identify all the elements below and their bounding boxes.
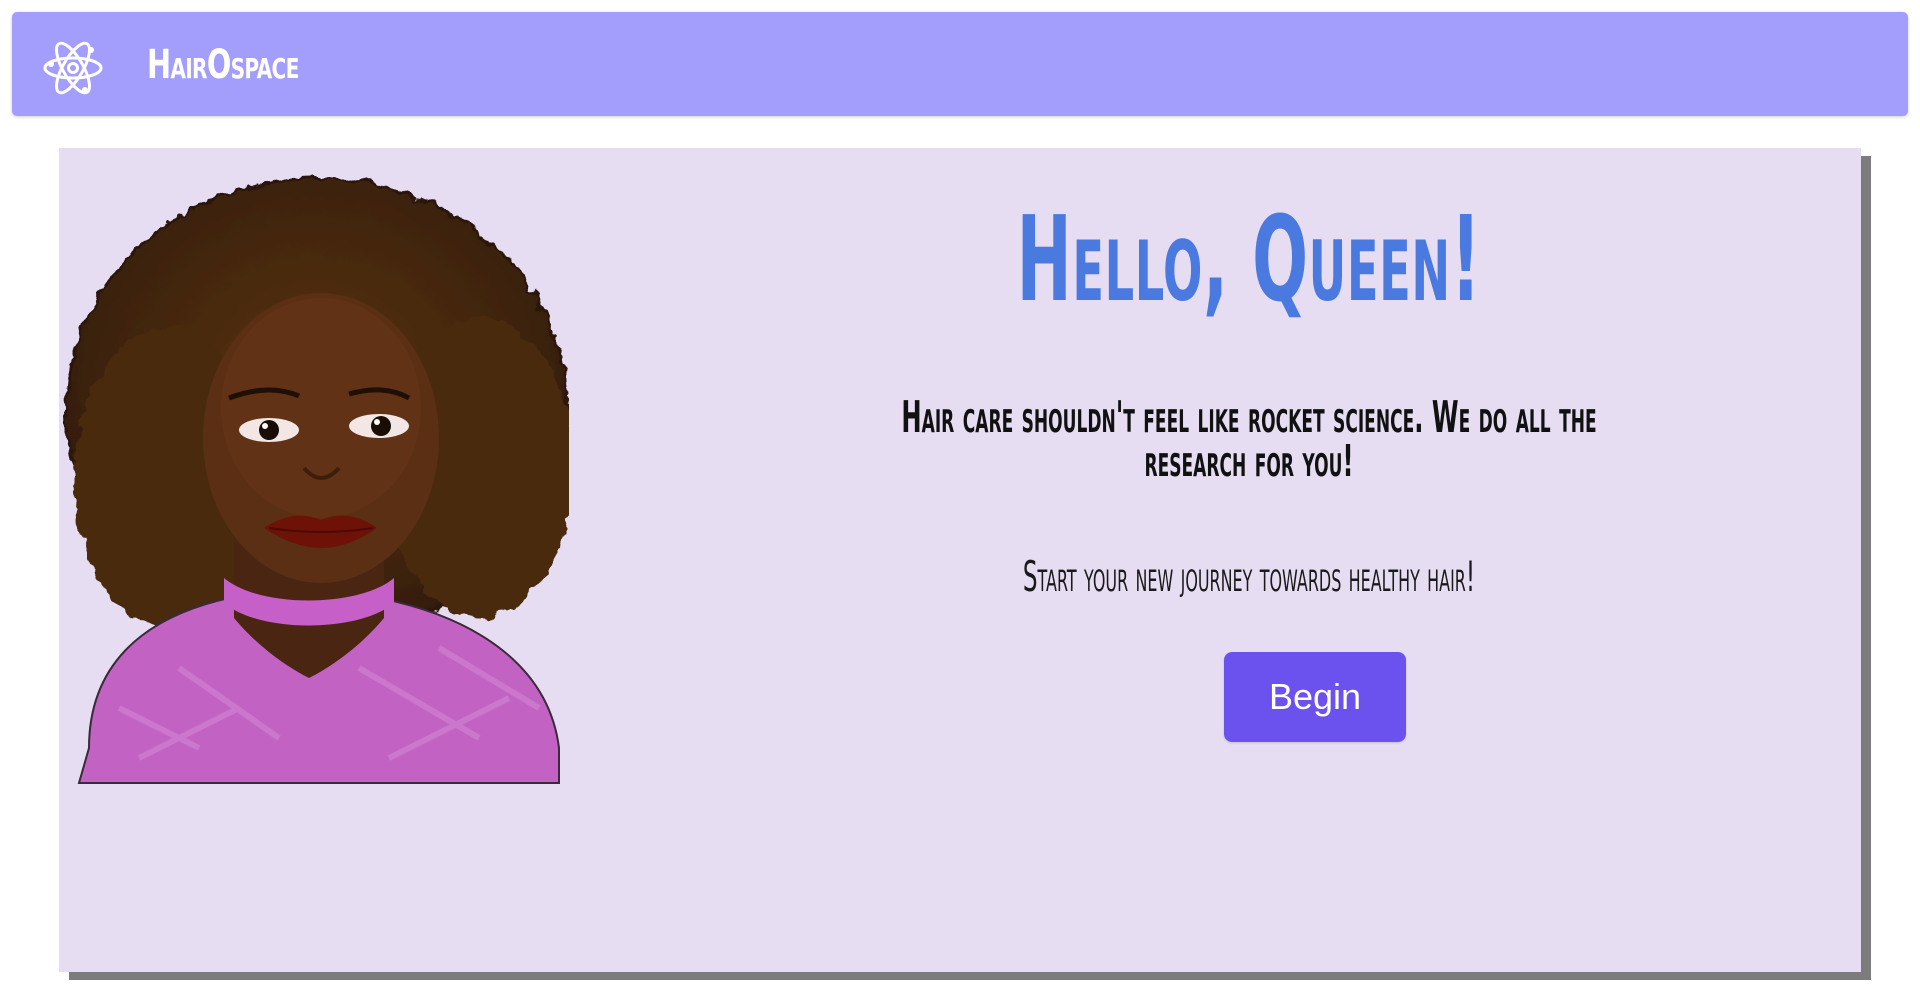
- subline-text: Start your new journey towards healthy h…: [1022, 552, 1476, 601]
- brand-title[interactable]: HairOspace: [147, 45, 299, 85]
- hero-content: Hello, Queen! Hair care shouldn't feel l…: [679, 148, 1819, 972]
- atom-icon[interactable]: [41, 36, 105, 100]
- begin-button[interactable]: Begin: [1224, 652, 1406, 742]
- hero-card: Hello, Queen! Hair care shouldn't feel l…: [59, 148, 1861, 972]
- page-title: Hello, Queen!: [1016, 190, 1482, 328]
- woman-portrait-illustration: [65, 176, 569, 784]
- navbar: HairOspace: [12, 12, 1908, 116]
- tagline-text: Hair care shouldn't feel like rocket sci…: [901, 392, 1597, 487]
